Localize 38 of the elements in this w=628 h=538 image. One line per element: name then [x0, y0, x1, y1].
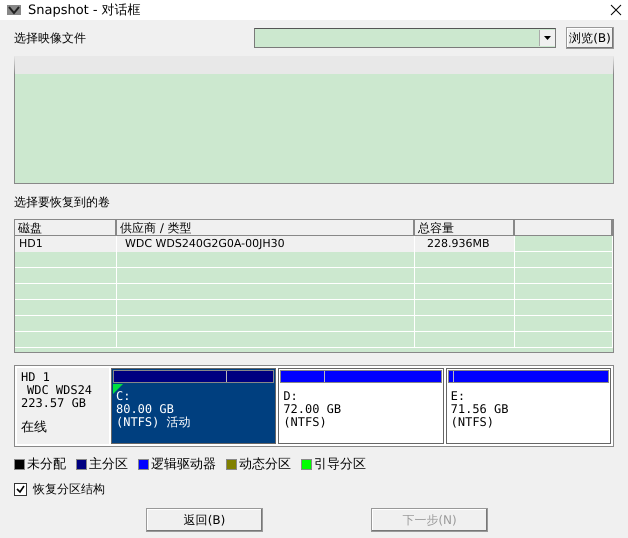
field-label: 选择映像文件 [14, 30, 86, 46]
column-header[interactable]: 磁盘 [15, 220, 117, 236]
image-file-combo[interactable] [254, 28, 556, 48]
file-system: (NTFS) [450, 416, 496, 429]
dropdown-icon [544, 36, 551, 40]
app-icon [6, 3, 22, 17]
section-label: 选择要恢复到的卷 [14, 194, 111, 211]
file-system: (NTFS) [283, 416, 328, 429]
disk-status: 在线 [21, 420, 48, 433]
window-title: Snapshot - 对话框 [28, 2, 142, 19]
partition-block[interactable]: D: 72.00 GB (NTFS) [278, 368, 444, 444]
table-cell[interactable]: HD1 [15, 236, 117, 252]
legend-label: 主分区 [89, 456, 128, 473]
disk-model: WDC WDS24 [26, 384, 94, 397]
drive-letter: D: [283, 390, 299, 403]
disk-name: HD 1 [21, 371, 51, 384]
table-cell[interactable]: 228.936MB [415, 236, 515, 252]
table-cell[interactable]: WDC WDS240G2G0A-00JH30 [117, 236, 415, 252]
drive-letter: C: [116, 390, 132, 403]
checkbox[interactable] [14, 483, 27, 496]
file-system: (NTFS) 活动 [116, 416, 192, 429]
partition-size: 80.00 GB [116, 403, 175, 416]
legend-label: 逻辑驱动器 [151, 456, 216, 473]
checkbox-label: 恢复分区结构 [33, 481, 105, 498]
partition-block[interactable]: C: 80.00 GB (NTFS) 活动 [111, 368, 276, 444]
legend-label: 动态分区 [239, 456, 291, 473]
drive-letter: E: [450, 390, 466, 403]
partition-size: 71.56 GB [450, 403, 510, 416]
disk-size: 223.57 GB [21, 397, 88, 410]
close-icon[interactable] [610, 4, 622, 16]
browse-button[interactable]: 浏览(B) [566, 27, 614, 49]
column-header[interactable]: 总容量 [415, 220, 515, 236]
legend-label: 引导分区 [314, 456, 366, 473]
partition-size: 72.00 GB [283, 403, 342, 416]
dialog-button[interactable]: 返回(B) [146, 508, 263, 532]
legend-label: 未分配 [27, 456, 66, 473]
partition-block[interactable]: E: 71.56 GB (NTFS) [446, 368, 611, 444]
column-header[interactable]: 供应商 / 类型 [117, 220, 415, 236]
